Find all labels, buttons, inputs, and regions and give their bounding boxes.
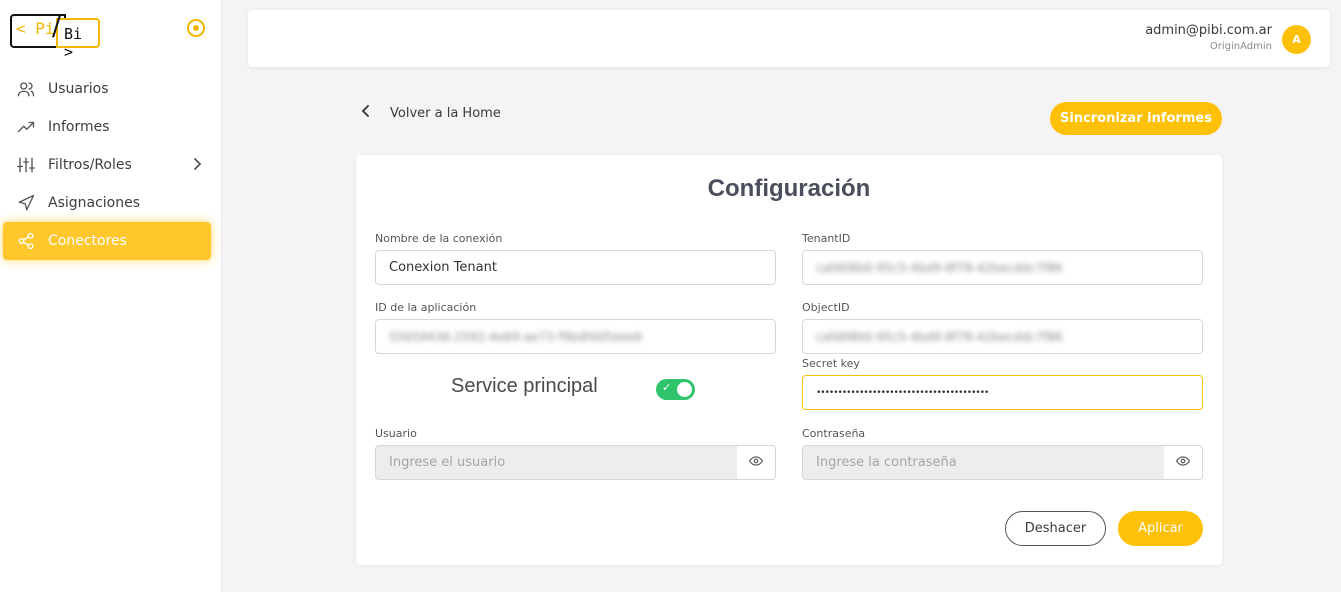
user-placeholder: Ingrese el usuario bbox=[389, 455, 506, 470]
chevron-right-icon bbox=[191, 156, 203, 176]
sidebar-item-label: Conectores bbox=[48, 233, 127, 249]
app-id-label: ID de la aplicación bbox=[375, 301, 477, 314]
send-icon bbox=[16, 193, 36, 213]
sidebar-item-filtros-roles[interactable]: Filtros/Roles bbox=[3, 146, 211, 184]
check-icon: ✓ bbox=[662, 381, 672, 394]
sidebar-item-label: Asignaciones bbox=[48, 195, 141, 211]
user-email: admin@pibi.com.ar bbox=[1145, 23, 1272, 38]
share-icon bbox=[16, 231, 36, 251]
tenant-id-input[interactable]: cafd08b0-95c5-4bd9-8f78-42becddc7f86 bbox=[802, 250, 1203, 285]
sidebar-item-asignaciones[interactable]: Asignaciones bbox=[3, 184, 211, 222]
logo-slash: / bbox=[52, 12, 61, 42]
trending-up-icon bbox=[16, 117, 36, 137]
sidebar-item-label: Usuarios bbox=[48, 81, 109, 97]
page-title: Configuración bbox=[707, 175, 871, 202]
object-id-input[interactable]: cafd08b0-95c5-4bd9-8f78-42becddc7f86 bbox=[802, 319, 1203, 354]
tenant-id-label: TenantID bbox=[802, 232, 851, 245]
user-role: OriginAdmin bbox=[1209, 41, 1272, 52]
secret-key-input[interactable]: •••••••••••••••••••••••••••••••••••••••• bbox=[802, 375, 1203, 410]
target-icon[interactable] bbox=[187, 19, 205, 37]
user-input[interactable]: Ingrese el usuario bbox=[375, 445, 738, 480]
password-label: Contraseña bbox=[802, 427, 866, 440]
sidebar: < Pi Bi > / Usuarios Informes Filtros/Ro… bbox=[0, 0, 222, 592]
show-password-button[interactable] bbox=[1164, 445, 1203, 480]
users-icon bbox=[16, 79, 36, 99]
object-id-value: cafd08b0-95c5-4bd9-8f78-42becddc7f86 bbox=[816, 329, 1063, 344]
top-bar: admin@pibi.com.ar OriginAdmin A bbox=[248, 10, 1330, 67]
sync-reports-button[interactable]: Sincronizar informes bbox=[1050, 102, 1222, 135]
service-principal-toggle[interactable]: ✓ bbox=[656, 379, 695, 400]
connection-name-value: Conexion Tenant bbox=[389, 260, 497, 275]
pibi-logo[interactable]: < Pi Bi > / bbox=[10, 12, 100, 61]
avatar[interactable]: A bbox=[1282, 25, 1311, 54]
sidebar-item-label: Informes bbox=[48, 119, 110, 135]
sidebar-item-label: Filtros/Roles bbox=[48, 157, 132, 173]
config-card: Configuración Nombre de la conexión Cone… bbox=[356, 155, 1222, 565]
back-label: Volver a la Home bbox=[390, 105, 501, 121]
user-label: Usuario bbox=[375, 427, 417, 440]
show-user-button[interactable] bbox=[737, 445, 776, 480]
password-placeholder: Ingrese la contraseña bbox=[816, 455, 957, 470]
toggle-knob bbox=[677, 382, 692, 397]
sidebar-item-informes[interactable]: Informes bbox=[3, 108, 211, 146]
tenant-id-value: cafd08b0-95c5-4bd9-8f78-42becddc7f86 bbox=[816, 260, 1063, 275]
sidebar-item-conectores[interactable]: Conectores bbox=[3, 222, 211, 260]
eye-icon bbox=[1175, 453, 1191, 472]
logo-right-text: Bi > bbox=[64, 25, 83, 61]
back-to-home-link[interactable]: Volver a la Home bbox=[360, 103, 501, 123]
secret-key-label: Secret key bbox=[802, 357, 860, 370]
service-principal-label: Service principal bbox=[451, 375, 598, 397]
connection-name-label: Nombre de la conexión bbox=[375, 232, 503, 245]
sidebar-nav: Usuarios Informes Filtros/Roles Asignaci… bbox=[3, 70, 211, 260]
eye-icon bbox=[748, 453, 764, 472]
apply-button[interactable]: Aplicar bbox=[1118, 511, 1203, 546]
sidebar-item-usuarios[interactable]: Usuarios bbox=[3, 70, 211, 108]
secret-key-value: •••••••••••••••••••••••••••••••••••••••• bbox=[816, 387, 989, 398]
object-id-label: ObjectID bbox=[802, 301, 850, 314]
chevron-left-icon bbox=[360, 103, 372, 123]
app-id-input[interactable]: 55659436-2592-4e69-ae73-f9bdfdd5eee6 bbox=[375, 319, 776, 354]
logo-left-text: < Pi bbox=[16, 19, 55, 38]
sliders-icon bbox=[16, 155, 36, 175]
app-id-value: 55659436-2592-4e69-ae73-f9bdfdd5eee6 bbox=[389, 329, 643, 344]
password-input[interactable]: Ingrese la contraseña bbox=[802, 445, 1165, 480]
undo-button[interactable]: Deshacer bbox=[1005, 511, 1106, 546]
connection-name-input[interactable]: Conexion Tenant bbox=[375, 250, 776, 285]
